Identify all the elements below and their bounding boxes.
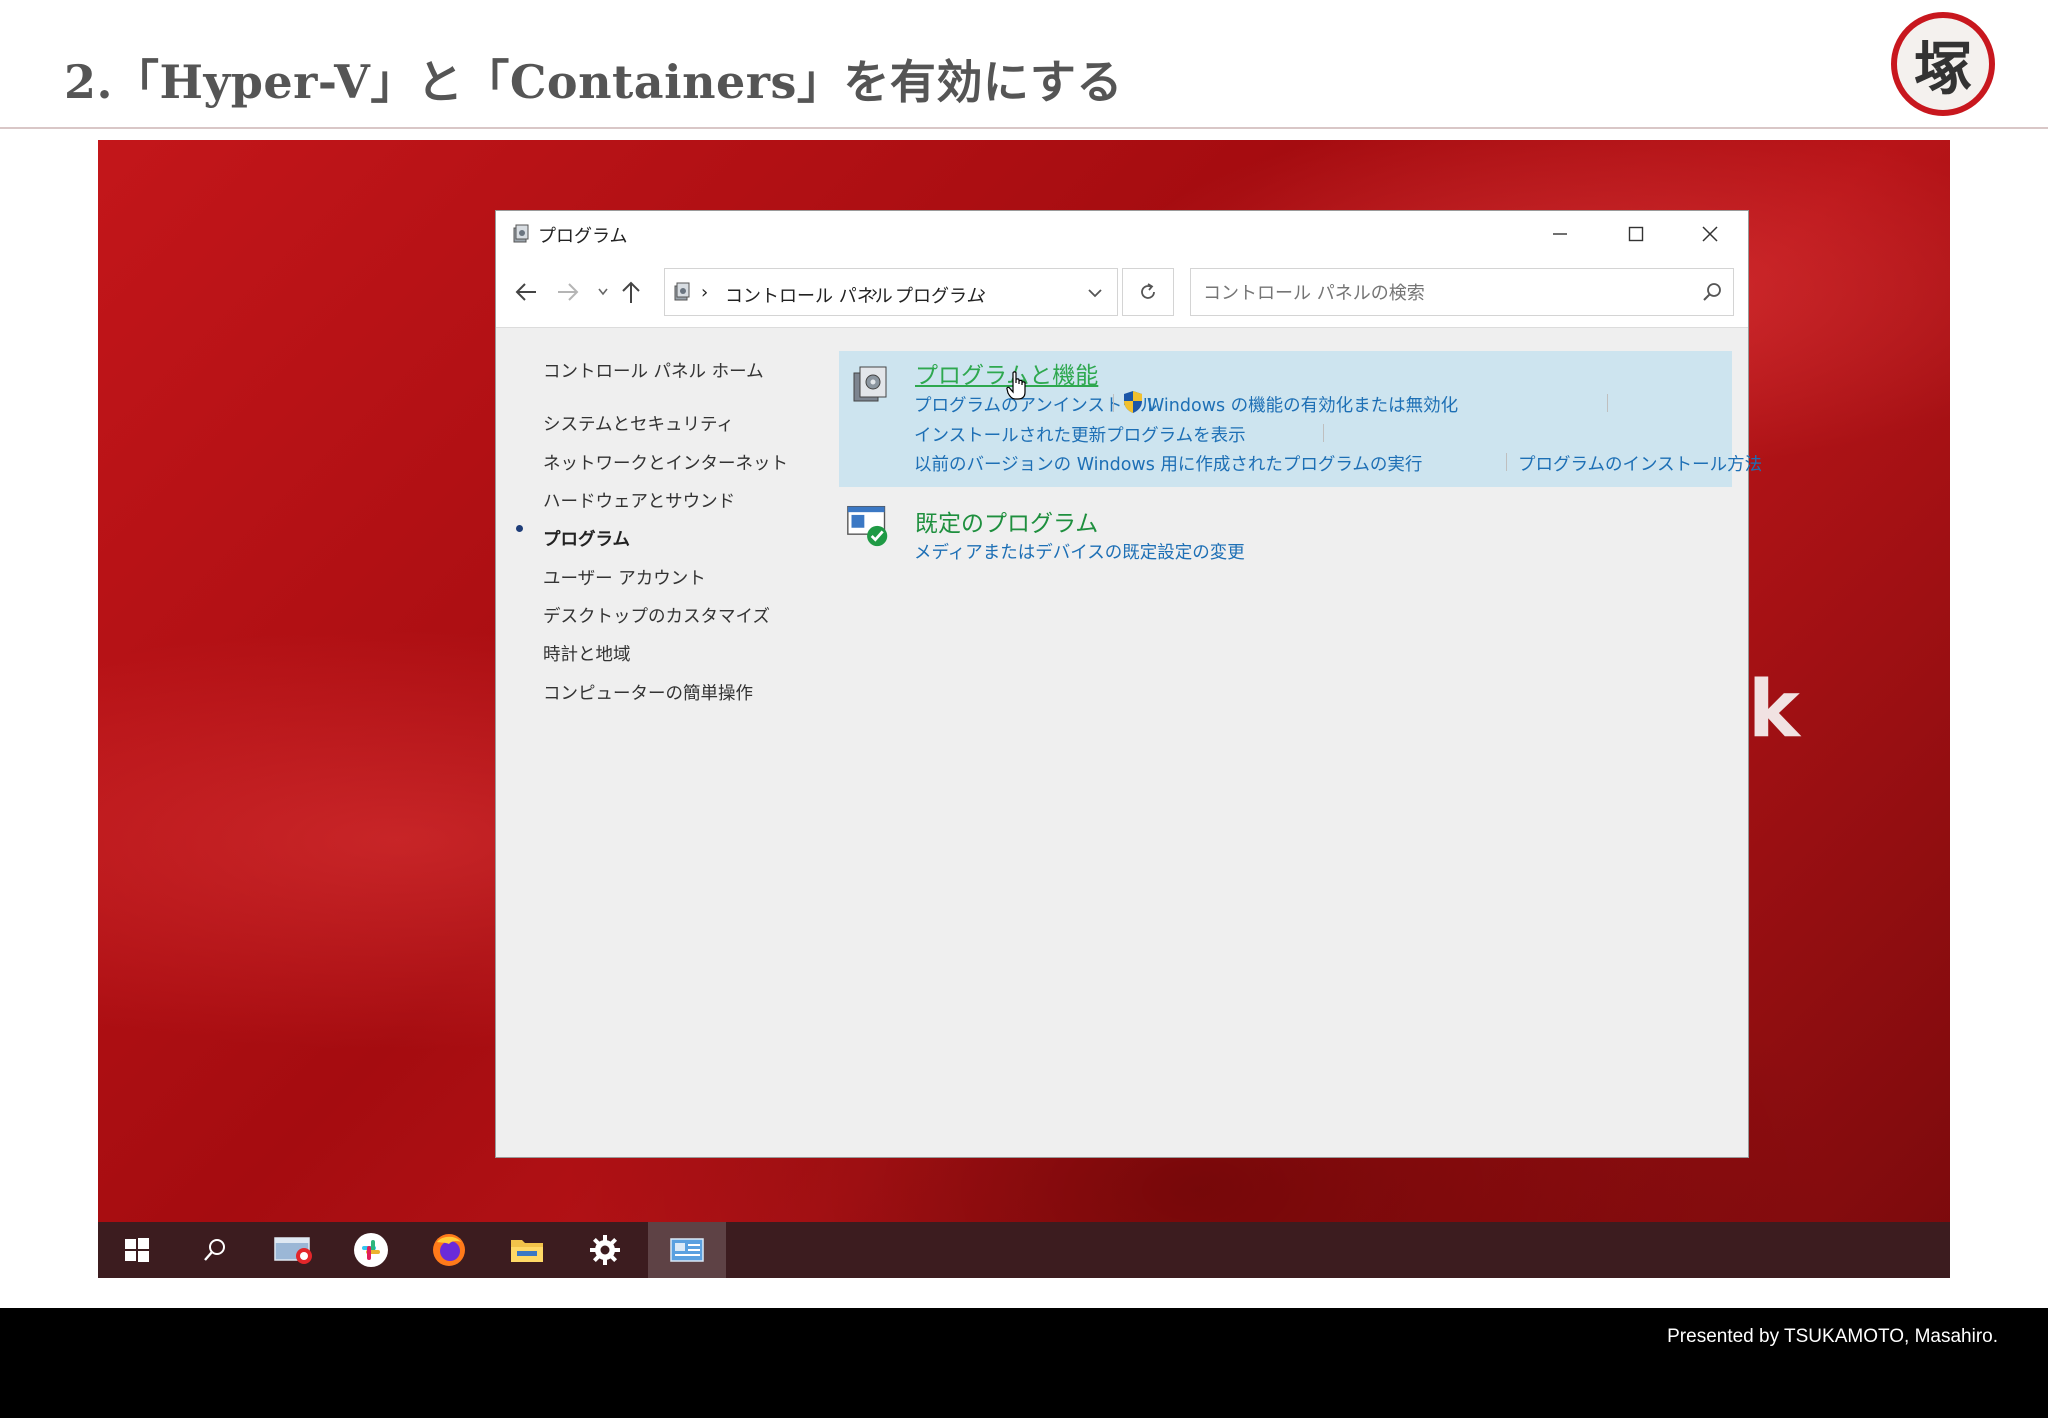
hand-cursor-icon xyxy=(1006,371,1026,400)
sidebar-item-control-panel-home[interactable]: コントロール パネル ホーム xyxy=(543,358,764,383)
up-icon[interactable] xyxy=(621,280,641,304)
sidebar-item-user-accounts[interactable]: ユーザー アカウント xyxy=(543,565,706,590)
uninstall-program-link[interactable]: プログラムのアンインストール xyxy=(914,392,1157,417)
breadcrumb-control-panel[interactable]: コントロール パネル xyxy=(725,282,893,308)
sidebar-item-clock-region[interactable]: 時計と地域 xyxy=(543,641,631,666)
minimize-icon xyxy=(1553,233,1567,235)
breadcrumb-programs[interactable]: プログラム xyxy=(895,282,984,308)
taskbar xyxy=(98,1222,1950,1278)
how-to-install-program-link[interactable]: プログラムのインストール方法 xyxy=(1518,451,1762,476)
uac-shield-icon xyxy=(1124,391,1142,413)
change-default-settings-link[interactable]: メディアまたはデバイスの既定設定の変更 xyxy=(914,539,1245,564)
background-text: k xyxy=(1748,665,1800,755)
sandbox-icon xyxy=(274,1237,312,1264)
sidebar-item-hardware-sound[interactable]: ハードウェアとサウンド xyxy=(543,488,735,513)
program-compatibility-link[interactable]: 以前のバージョンの Windows 用に作成されたプログラムの実行 xyxy=(914,451,1422,476)
maximize-button[interactable] xyxy=(1598,211,1674,257)
header-divider xyxy=(0,127,2048,129)
control-panel-window: プログラム › コントロール パネル › プログラム › コントロール パネルの… xyxy=(496,211,1762,1157)
logo-seal-char: 塚 xyxy=(1913,35,1972,103)
search-icon xyxy=(204,1239,225,1261)
close-button[interactable] xyxy=(1672,211,1748,257)
breadcrumb-separator-icon: › xyxy=(979,282,987,303)
breadcrumb-separator-icon: › xyxy=(871,282,879,303)
control-panel-icon xyxy=(670,1238,704,1262)
control-panel-icon xyxy=(513,224,529,243)
sidebar-item-appearance[interactable]: デスクトップのカスタマイズ xyxy=(543,603,770,628)
settings-icon xyxy=(590,1235,620,1265)
file-explorer-icon xyxy=(511,1240,543,1262)
title-bar[interactable]: プログラム xyxy=(496,211,1748,257)
address-bar[interactable]: › コントロール パネル › プログラム › xyxy=(664,268,1118,316)
view-installed-updates-link[interactable]: インストールされた更新プログラムを表示 xyxy=(914,422,1246,447)
taskbar-search-button[interactable] xyxy=(176,1222,254,1278)
taskbar-file-explorer[interactable] xyxy=(488,1222,566,1278)
taskbar-firefox-app[interactable] xyxy=(410,1222,488,1278)
refresh-icon xyxy=(1141,283,1155,299)
control-panel-icon xyxy=(674,282,690,301)
refresh-button[interactable] xyxy=(1122,268,1174,316)
default-programs-icon xyxy=(847,505,888,547)
slide-footer: Presented by TSUKAMOTO, Masahiro. xyxy=(0,1308,2048,1418)
taskbar-settings[interactable] xyxy=(566,1222,644,1278)
start-button[interactable] xyxy=(98,1222,176,1278)
presenter-credit: Presented by TSUKAMOTO, Masahiro. xyxy=(1667,1326,1998,1347)
sidebar-item-system-security[interactable]: システムとセキュリティ xyxy=(543,411,734,436)
forward-icon[interactable] xyxy=(556,281,580,303)
slide-title: 2.「Hyper-V」と「Containers」を有効にする xyxy=(64,55,1123,109)
search-box[interactable] xyxy=(1190,268,1734,316)
desktop-screenshot: k プログラム › コントロール パネル › プログラム › コントロール パネ… xyxy=(98,140,1950,1278)
sidebar-item-network-internet[interactable]: ネットワークとインターネット xyxy=(543,450,788,475)
firefox-icon xyxy=(433,1234,465,1266)
taskbar-control-panel[interactable] xyxy=(648,1222,726,1278)
search-icon[interactable] xyxy=(1701,281,1723,303)
back-icon[interactable] xyxy=(514,281,538,303)
windows-features-link[interactable]: Windows の機能の有効化または無効化 xyxy=(1147,392,1458,417)
link-separator xyxy=(1607,394,1608,412)
start-icon xyxy=(125,1238,149,1262)
link-separator xyxy=(1113,394,1114,412)
search-input[interactable] xyxy=(1201,280,1675,306)
sidebar-item-ease-of-access[interactable]: コンピューターの簡単操作 xyxy=(543,680,753,705)
recent-locations-chevron-icon[interactable] xyxy=(597,287,609,297)
logo-seal: 塚 xyxy=(1891,12,1995,116)
link-separator xyxy=(1506,453,1507,471)
taskbar-sandbox-app[interactable] xyxy=(254,1222,332,1278)
navigation-bar: › コントロール パネル › プログラム › xyxy=(496,257,1748,328)
close-icon xyxy=(1702,226,1718,242)
link-separator xyxy=(1323,424,1324,442)
minimize-button[interactable] xyxy=(1522,211,1598,257)
address-dropdown-icon[interactable] xyxy=(1087,287,1103,299)
slack-icon xyxy=(354,1233,388,1267)
programs-features-icon xyxy=(853,366,887,402)
window-title: プログラム xyxy=(538,226,628,247)
current-item-bullet xyxy=(516,525,523,532)
maximize-icon xyxy=(1628,226,1644,242)
default-programs-link[interactable]: 既定のプログラム xyxy=(915,504,1098,538)
breadcrumb-separator-icon: › xyxy=(701,282,709,303)
sidebar-item-programs[interactable]: プログラム xyxy=(543,526,630,551)
taskbar-slack-app[interactable] xyxy=(332,1222,410,1278)
